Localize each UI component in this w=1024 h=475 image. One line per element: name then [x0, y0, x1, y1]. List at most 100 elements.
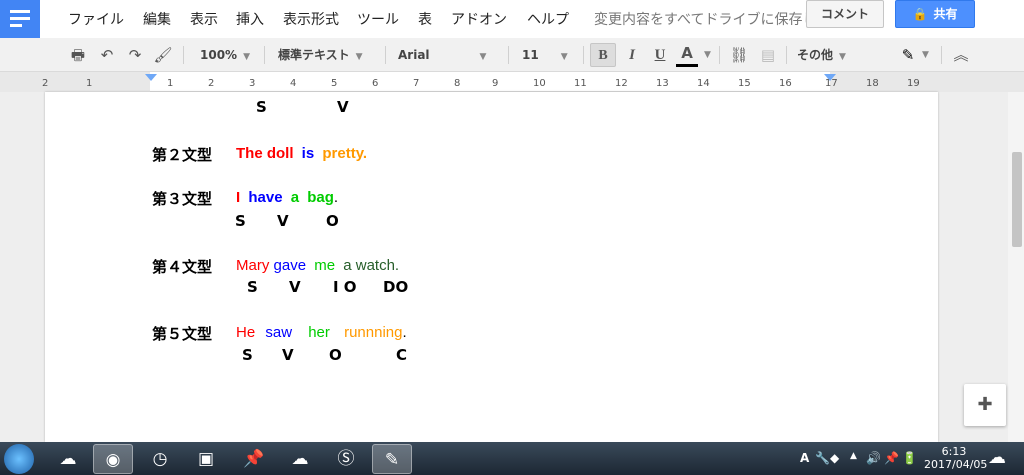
font-select[interactable]: Arial ▼ — [398, 43, 486, 67]
menu-tools[interactable]: ツール — [357, 9, 399, 29]
left-indent-marker[interactable] — [145, 74, 157, 81]
period: . — [333, 189, 339, 206]
style-select[interactable]: 標準テキスト ▼ — [278, 43, 363, 67]
menu-file[interactable]: ファイル — [68, 9, 124, 29]
ime-indicator[interactable]: A — [800, 451, 809, 465]
taskbar: ☁ ◉ ◷ ▣ 📌 ☁ Ⓢ ✎ A 🔧 ◆ ▲ 🔊 📌 🔋 6:13 2017/… — [0, 442, 1024, 475]
role-label: I O — [333, 278, 357, 296]
menu-bar: ファイル 編集 表示 挿入 表示形式 ツール 表 アドオン ヘルプ 変更内容をす… — [0, 0, 1024, 38]
cloud-app-taskbar-icon[interactable]: ☁ — [280, 444, 320, 474]
clock-time: 6:13 — [941, 445, 967, 458]
weather-cloud-icon[interactable]: ☁ — [988, 447, 1006, 468]
pin-app-taskbar-icon[interactable]: 📌 — [234, 444, 274, 474]
role-label: O — [329, 346, 342, 364]
menu-format[interactable]: 表示形式 — [283, 9, 339, 29]
text-color-dropdown-icon[interactable]: ▼ — [704, 43, 711, 67]
font-size-value: 11 — [522, 48, 539, 62]
vertical-scrollbar[interactable] — [1008, 92, 1024, 442]
save-status[interactable]: 変更内容をすべてドライブに保存しました — [594, 9, 806, 29]
comment-icon[interactable]: ▤ — [757, 43, 779, 67]
ruler-number: 9 — [492, 78, 499, 89]
object-word: a — [290, 189, 300, 206]
undo-icon[interactable]: ↶ — [96, 43, 118, 67]
font-size-select[interactable]: 11 ▼ — [522, 43, 568, 67]
ruler-number: 3 — [249, 78, 256, 89]
zoom-select[interactable]: 100% ▼ — [200, 43, 250, 67]
paint-app-taskbar-icon[interactable]: ✎ — [372, 444, 412, 474]
example-sentence-2: The doll is pretty. — [236, 145, 367, 162]
underline-button[interactable]: U — [649, 43, 671, 67]
indirect-object-word: me — [314, 257, 336, 274]
ruler-number: 10 — [533, 78, 546, 89]
show-hidden-icons-icon[interactable]: ▲ — [850, 451, 857, 461]
start-button[interactable] — [4, 444, 34, 474]
role-label: V — [277, 212, 289, 230]
verb-word: is — [301, 145, 315, 162]
edit-mode-icon[interactable]: ✎ — [897, 43, 919, 67]
ruler-number: 16 — [779, 78, 792, 89]
bold-button[interactable]: B — [590, 43, 616, 67]
menu-addons[interactable]: アドオン — [451, 9, 507, 29]
zoom-value: 100% — [200, 48, 238, 62]
verb-word: saw — [265, 324, 293, 341]
tools-tray-icon[interactable]: 🔧 — [815, 451, 830, 465]
power-tray-icon[interactable]: 🔋 — [902, 451, 917, 465]
font-value: Arial — [398, 48, 430, 62]
paint-format-icon[interactable]: 🖌 — [152, 43, 174, 67]
italic-button[interactable]: I — [621, 43, 643, 67]
ruler-number: 17 — [825, 78, 838, 89]
pattern-label-3: 第３文型 — [152, 190, 213, 208]
style-value: 標準テキスト — [278, 48, 350, 62]
edit-mode-dropdown-icon[interactable]: ▼ — [922, 43, 929, 67]
example-sentence-4: Mary gave me a watch. — [236, 257, 399, 274]
pin-tray-icon[interactable]: 📌 — [884, 451, 899, 465]
ruler-number: 15 — [738, 78, 751, 89]
document-page[interactable]: S V 第２文型 The doll is pretty. 第３文型 I have… — [45, 92, 938, 442]
network-tray-icon[interactable]: ◆ — [830, 451, 839, 465]
redo-icon[interactable]: ↷ — [124, 43, 146, 67]
subject-word: I — [236, 189, 241, 206]
role-label: DO — [383, 278, 409, 296]
pattern-label-5: 第５文型 — [152, 325, 213, 343]
menu-table[interactable]: 表 — [418, 9, 432, 29]
office-taskbar-icon[interactable]: ▣ — [186, 444, 226, 474]
role-label: V — [289, 278, 301, 296]
link-icon[interactable]: ⛓ — [728, 43, 750, 67]
collapse-icon[interactable]: ︽ — [950, 43, 972, 67]
scrollbar-thumb[interactable] — [1012, 152, 1022, 247]
menu-edit[interactable]: 編集 — [143, 9, 171, 29]
ruler-number: 12 — [615, 78, 628, 89]
role-label: S — [242, 346, 253, 364]
chrome-taskbar-icon[interactable]: ◉ — [93, 444, 133, 474]
ruler-number: 2 — [42, 78, 49, 89]
menu-view[interactable]: 表示 — [190, 9, 218, 29]
menu-insert[interactable]: 挿入 — [236, 9, 264, 29]
share-button[interactable]: 🔒 共有 — [895, 0, 975, 28]
ruler-number: 18 — [866, 78, 879, 89]
more-select[interactable]: その他 ▼ — [797, 43, 846, 67]
docs-home-icon[interactable] — [0, 0, 40, 38]
skype-taskbar-icon[interactable]: Ⓢ — [326, 444, 366, 474]
period: . — [402, 324, 407, 341]
menu-help[interactable]: ヘルプ — [527, 9, 569, 29]
complement-word: pretty. — [322, 145, 368, 162]
role-label: V — [337, 98, 349, 116]
clock[interactable]: 6:13 2017/04/05 — [924, 445, 987, 471]
verb-word: gave — [273, 257, 307, 274]
clock-app-taskbar-icon[interactable]: ◷ — [140, 444, 180, 474]
ruler-number: 7 — [413, 78, 420, 89]
example-sentence-5: He saw her runnning. — [236, 324, 407, 341]
text-color-button[interactable]: A — [676, 43, 698, 67]
comment-button[interactable]: コメント — [806, 0, 884, 28]
ruler-number: 14 — [697, 78, 710, 89]
ruler-number: 5 — [331, 78, 338, 89]
ruler-number: 2 — [208, 78, 215, 89]
onedrive-taskbar-icon[interactable]: ☁ — [48, 444, 88, 474]
explore-button[interactable]: ✚ — [964, 384, 1006, 426]
ruler-number: 19 — [907, 78, 920, 89]
volume-tray-icon[interactable]: 🔊 — [866, 451, 881, 465]
print-icon[interactable]: 🖶 — [67, 43, 89, 67]
pattern-label-2: 第２文型 — [152, 146, 213, 164]
role-label: S — [235, 212, 246, 230]
example-sentence-3: I have a bag. — [236, 189, 338, 206]
